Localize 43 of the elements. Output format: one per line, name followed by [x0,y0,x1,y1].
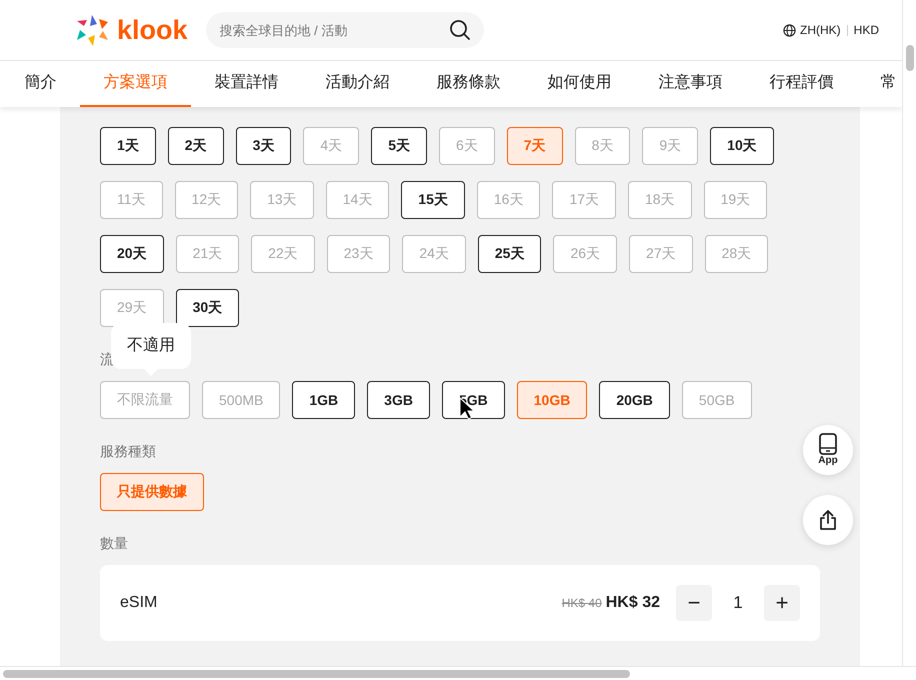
option-chip[interactable]: 只提供數據 [100,473,204,511]
language-link[interactable]: ZH(HK) [800,23,841,37]
scrollbar-thumb[interactable] [3,670,630,678]
minus-button[interactable]: − [676,585,712,621]
price: HK$ 32 [606,594,660,612]
section-label: 數量 [100,534,129,553]
search-bar[interactable]: 搜索全球目的地 / 活動 [206,12,484,48]
option-chip[interactable]: 1GB [292,381,356,419]
quantity-value: 1 [732,593,744,613]
nav-tab[interactable]: 簡介 [1,61,80,107]
option-chip[interactable]: 2天 [168,127,224,165]
plus-button[interactable]: + [764,585,800,621]
option-chip[interactable]: 1天 [100,127,156,165]
option-chip[interactable]: 10GB [516,381,588,419]
product-name: eSIM [120,594,158,612]
tablet-icon [818,433,838,455]
nav-tab[interactable]: 活動介紹 [302,61,413,107]
option-chip[interactable]: 5天 [371,127,427,165]
nav-tab[interactable]: 裝置詳情 [191,61,302,107]
search-input[interactable]: 搜索全球目的地 / 活動 [218,22,449,38]
option-chip[interactable]: 3天 [236,127,292,165]
nav-tab[interactable]: 如何使用 [524,61,635,107]
nav-tab[interactable]: 注意事項 [635,61,746,107]
option-chip[interactable]: 25天 [478,235,542,273]
option-chip[interactable]: 15天 [401,181,465,219]
scrollbar[interactable] [902,0,916,666]
logo[interactable]: klook [117,14,188,46]
option-chip[interactable]: 20GB [599,381,670,419]
option-chip[interactable]: 3GB [367,381,430,419]
original-price: HK$ 40 [562,596,602,610]
option-chip[interactable]: 30天 [176,289,240,327]
scrollbar-thumb[interactable] [906,45,914,71]
option-chip[interactable]: 7天 [506,127,563,165]
search-icon[interactable] [448,19,471,41]
pinwheel-icon [75,13,111,47]
currency-link[interactable]: HKD [854,23,879,37]
nav-tab[interactable]: 行程評價 [746,61,857,107]
nav-tab[interactable]: 常 [857,61,902,107]
globe-icon[interactable] [782,24,796,36]
nav-tab[interactable]: 服務條款 [413,61,524,107]
section-label: 服務種類 [100,442,157,461]
option-chip[interactable]: 10天 [710,127,774,165]
option-chip[interactable]: 20天 [100,235,164,273]
